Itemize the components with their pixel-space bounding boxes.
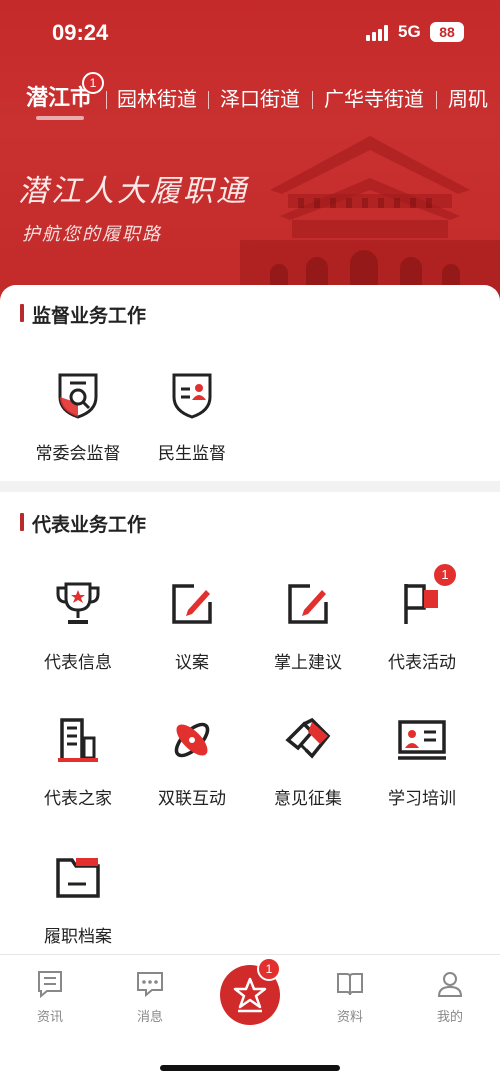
grid-item-training[interactable]: 学习培训 [362,714,482,809]
training-icon [398,720,446,760]
grid-item-label: 代表之家 [44,789,112,809]
banner-title: 潜江人大履职通 [18,174,249,209]
battery-icon: 88 [430,22,464,42]
status-bar: 09:24 5G 88 [0,0,500,70]
nav-label: 资讯 [36,1010,63,1025]
grid-item-label: 常委会监督 [35,444,121,464]
nav-messages[interactable]: 消息 [120,969,180,1025]
tab-divider [106,91,107,109]
committee-supervision-icon [58,373,98,419]
bottom-navigation: 资讯 消息 1 资料 我的 [0,954,500,1082]
tab-divider [436,91,437,109]
tab-divider [312,91,313,109]
book-icon [337,973,363,996]
nav-label: 消息 [136,1010,163,1025]
news-icon [38,971,62,999]
tab-divider [208,91,209,109]
building-icon [58,718,98,762]
trophy-icon [56,582,100,624]
tab-zhouji[interactable]: 周矶 [448,80,488,118]
building-illustration [240,136,500,298]
grid-item-archive[interactable]: 履职档案 [18,852,138,947]
grid-item-label: 代表活动 [388,653,456,673]
representative-card: 代表业务工作 代表信息 议案 掌上建议 代表活动 1 代表之家 双联互动 意见征… [0,492,500,954]
tab-yuanlin[interactable]: 园林街道 [117,80,197,118]
grid-item-rep-activity[interactable]: 代表活动 1 [362,562,482,673]
banner-subtitle: 护航您的履职路 [22,224,162,245]
tab-zekou[interactable]: 泽口街道 [220,80,300,118]
grid-item-label: 议案 [175,653,209,673]
interaction-icon [174,722,210,758]
grid-item-suggestion[interactable]: 掌上建议 [248,578,368,673]
grid-item-label: 学习培训 [388,789,456,809]
district-tabs: 潜江市 园林街道 泽口街道 广华寺街道 周矶 [0,80,500,120]
user-icon [437,972,463,997]
grid-item-label: 双联互动 [158,789,226,809]
tab-badge: 1 [82,72,104,94]
active-tab-indicator [36,116,84,120]
status-time: 09:24 [52,20,109,45]
grid-item-interaction[interactable]: 双联互动 [132,714,252,809]
tab-guanghuasi[interactable]: 广华寺街道 [324,80,424,118]
grid-item-label: 代表信息 [44,653,112,673]
grid-item-label: 意见征集 [274,789,342,809]
home-indicator [160,1065,340,1071]
grid-item-committee-supervision[interactable]: 常委会监督 [18,369,138,464]
edit-icon [172,584,212,624]
folder-icon [56,858,100,898]
nav-profile[interactable]: 我的 [420,969,480,1025]
nav-center-badge: 1 [257,957,281,981]
nav-resources[interactable]: 资料 [320,969,380,1025]
grid-item-label: 民生监督 [158,444,226,464]
grid-item-rep-info[interactable]: 代表信息 [18,578,138,673]
header: 09:24 5G 88 潜江市 园林街道 泽口街道 广华寺街道 周矶 1 潜江人… [0,0,500,320]
section-title-supervision: 监督业务工作 [20,301,146,328]
grid-item-livelihood-supervision[interactable]: 民生监督 [132,369,252,464]
grid-item-opinion[interactable]: 意见征集 [248,714,368,809]
section-title-representative: 代表业务工作 [20,510,146,537]
grid-item-motion[interactable]: 议案 [132,578,252,673]
edit-icon [288,584,328,624]
grid-item-label: 履职档案 [44,927,112,947]
activity-badge: 1 [432,562,458,588]
signal-icon [366,25,392,41]
livelihood-supervision-icon [172,373,212,419]
grid-item-rep-home[interactable]: 代表之家 [18,714,138,809]
network-label: 5G [398,22,421,41]
nav-news[interactable]: 资讯 [20,969,80,1025]
nav-label: 资料 [336,1010,363,1025]
supervision-card: 监督业务工作 常委会监督 民生监督 [0,285,500,481]
message-icon [137,972,163,998]
handshake-icon [285,717,331,759]
grid-item-label: 掌上建议 [274,653,342,673]
nav-label: 我的 [436,1010,463,1025]
